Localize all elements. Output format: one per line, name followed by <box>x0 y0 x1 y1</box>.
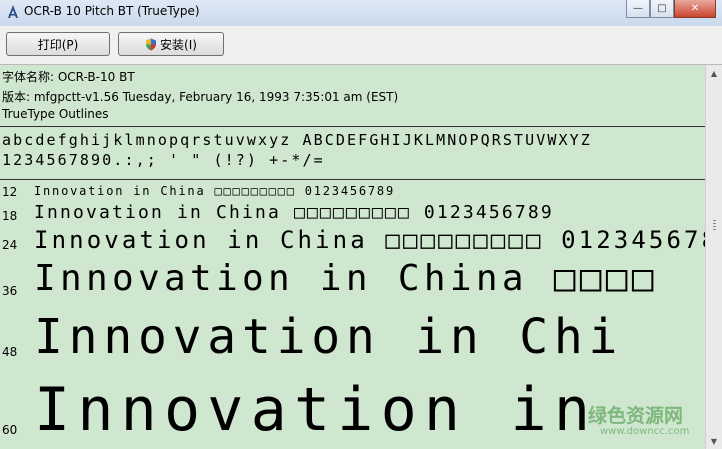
sample-text: Innovation in China □□□□□□□□□ 0123456789 <box>34 202 554 223</box>
sample-text: Innovation in Chi <box>34 309 624 365</box>
watermark-url: www.downcc.com <box>600 426 690 437</box>
scroll-thumb-grip[interactable] <box>713 220 716 230</box>
divider <box>0 179 705 180</box>
sample-size-label: 18 <box>2 209 18 223</box>
font-name-line: 字体名称: OCR-B-10 BT <box>2 70 135 84</box>
install-button-label: 安装(I) <box>160 37 197 52</box>
font-preview-pane[interactable]: 字体名称: OCR-B-10 BT 版本: mfgpctt-v1.56 Tues… <box>0 65 705 449</box>
minimize-button[interactable]: — <box>626 0 650 18</box>
print-button-label: 打印(P) <box>37 37 79 52</box>
install-button[interactable]: 安装(I) <box>118 32 224 56</box>
sample-text: Innovation in China □□□□□□□□□ 0123456789 <box>34 226 705 254</box>
sample-size-label: 48 <box>2 345 18 359</box>
charset-line-1: abcdefghijklmnopqrstuvwxyz ABCDEFGHIJKLM… <box>2 131 592 149</box>
watermark-logo: 绿色资源网 <box>588 405 684 427</box>
sample-size-label: 60 <box>2 423 18 437</box>
scroll-down-icon[interactable]: ▼ <box>706 433 722 449</box>
maximize-button[interactable]: □ <box>650 0 674 18</box>
divider <box>0 126 705 127</box>
sample-size-label: 24 <box>2 238 18 252</box>
font-version-line: 版本: mfgpctt-v1.56 Tuesday, February 16, … <box>2 90 399 104</box>
window-controls: — □ ✕ <box>626 0 716 18</box>
font-viewer-app-icon <box>8 5 18 18</box>
charset-line-2: 1234567890.:,; ' " (!?) +-*/= <box>2 151 325 169</box>
window-title: OCR-B 10 Pitch BT (TrueType) <box>24 4 200 18</box>
scroll-up-icon[interactable]: ▲ <box>706 65 722 81</box>
sample-size-label: 36 <box>2 284 18 298</box>
close-button[interactable]: ✕ <box>674 0 716 18</box>
sample-text: Innovation in China □□□□ <box>34 258 658 299</box>
toolbar: 打印(P) 安装(I) <box>0 26 722 65</box>
sample-size-label: 12 <box>2 185 18 199</box>
title-bar[interactable]: OCR-B 10 Pitch BT (TrueType) — □ ✕ <box>0 0 722 26</box>
sample-text: Innovation in China □□□□□□□□□ 0123456789 <box>34 184 395 198</box>
sample-text: Innovation in <box>34 375 598 445</box>
print-button[interactable]: 打印(P) <box>6 32 110 56</box>
font-type-line: TrueType Outlines <box>2 107 109 121</box>
uac-shield-icon <box>146 38 157 50</box>
vertical-scrollbar[interactable]: ▲ ▼ <box>705 65 722 449</box>
